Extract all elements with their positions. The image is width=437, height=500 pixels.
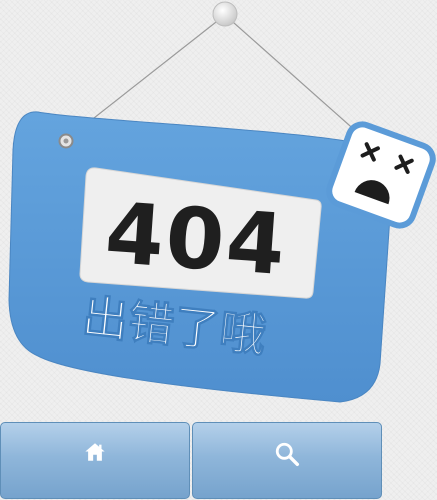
home-button[interactable] xyxy=(0,422,190,499)
home-icon xyxy=(85,443,105,461)
search-icon xyxy=(275,442,300,467)
search-button[interactable] xyxy=(192,422,382,499)
eyelet-hole xyxy=(63,138,69,144)
error-scene: 404 出错了哦 xyxy=(0,0,437,420)
hanging-sign-illustration: 404 出错了哦 xyxy=(8,1,436,403)
wall-pin-icon xyxy=(212,1,238,27)
bottom-nav xyxy=(0,422,437,500)
error-code: 404 xyxy=(102,184,290,294)
hanging-string-right xyxy=(224,14,359,134)
